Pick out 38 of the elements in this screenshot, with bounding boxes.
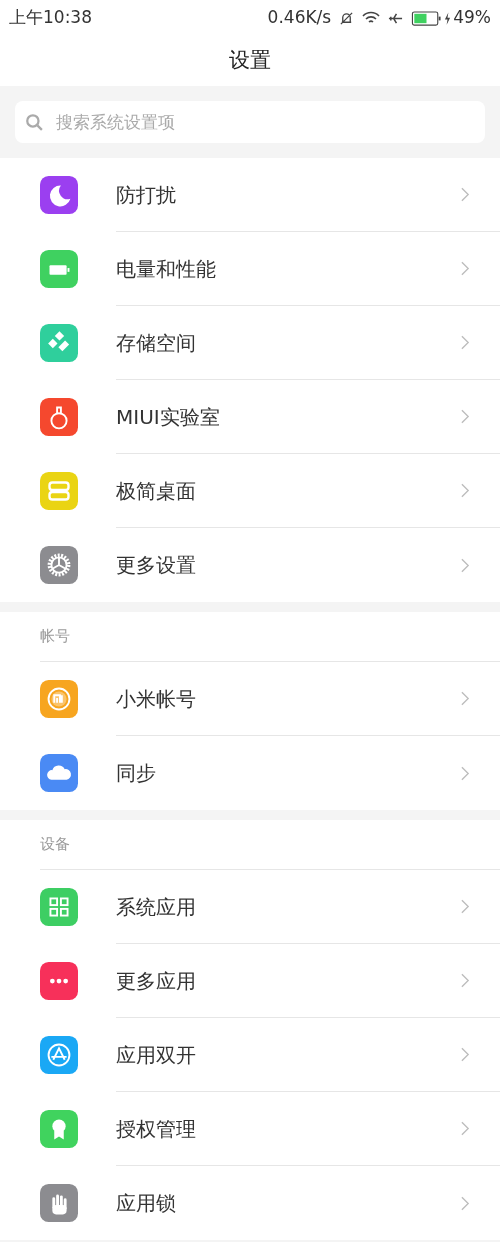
charging-icon bbox=[444, 11, 452, 25]
chevron-right-icon bbox=[461, 335, 470, 350]
item-label: 电量和性能 bbox=[116, 255, 217, 283]
chevron-right-icon bbox=[461, 1195, 470, 1211]
search-field[interactable]: 搜索系统设置项 bbox=[15, 101, 485, 143]
section-header: 帐号 bbox=[40, 626, 70, 648]
item-label: 极简桌面 bbox=[116, 477, 197, 505]
item-label: 系统应用 bbox=[116, 893, 197, 921]
status-time: 上午10:38 bbox=[9, 6, 92, 30]
chevron-right-icon bbox=[461, 557, 470, 573]
item-label: 应用锁 bbox=[116, 1190, 177, 1217]
battery-percent: 49% bbox=[453, 6, 491, 30]
chevron-right-icon bbox=[461, 973, 470, 988]
chevron-right-icon bbox=[461, 261, 470, 276]
chevron-right-icon bbox=[461, 483, 470, 498]
chevron-right-icon bbox=[461, 691, 470, 706]
section-header: 设备 bbox=[40, 834, 70, 856]
item-label: 授权管理 bbox=[116, 1115, 197, 1143]
item-label: 存储空间 bbox=[116, 329, 197, 357]
chevron-right-icon bbox=[461, 1121, 470, 1136]
item-label: 更多设置 bbox=[116, 552, 197, 579]
chevron-right-icon bbox=[461, 899, 470, 914]
bell-off-icon bbox=[339, 10, 355, 26]
page-title: 设置 bbox=[229, 47, 271, 75]
chevron-right-icon bbox=[461, 765, 470, 781]
item-label: 更多应用 bbox=[116, 967, 197, 995]
network-speed: 0.46K/s bbox=[267, 6, 332, 30]
search-icon bbox=[25, 113, 43, 131]
item-label: MIUI实验室 bbox=[116, 403, 221, 431]
item-label: 小米帐号 bbox=[116, 685, 197, 713]
chevron-right-icon bbox=[461, 409, 470, 424]
chevron-right-icon bbox=[461, 187, 470, 202]
wifi-icon bbox=[362, 11, 381, 25]
chevron-right-icon bbox=[461, 1047, 470, 1062]
battery-icon bbox=[411, 10, 443, 26]
item-label: 同步 bbox=[116, 760, 157, 787]
item-label: 应用双开 bbox=[116, 1041, 197, 1069]
item-label: 防打扰 bbox=[116, 181, 177, 209]
